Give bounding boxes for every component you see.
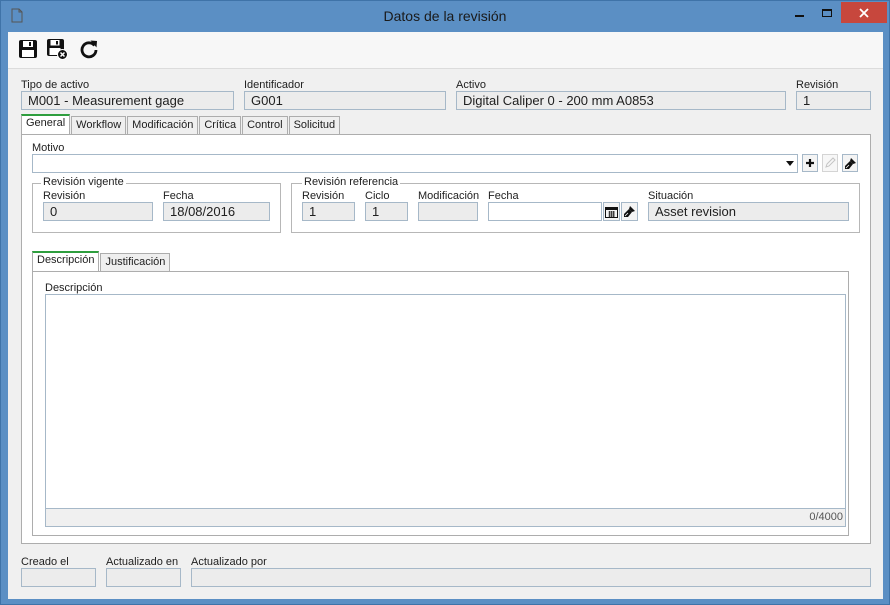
tab-modificacion[interactable]: Modificación xyxy=(127,116,199,134)
subtab-justificacion[interactable]: Justificación xyxy=(100,253,171,271)
reference-modification-field[interactable] xyxy=(418,202,478,221)
description-subtabs: Descripción Justificación xyxy=(32,251,171,271)
save-button[interactable] xyxy=(16,37,40,61)
character-counter: 0/4000 xyxy=(809,511,843,523)
asset-type-label: Tipo de activo xyxy=(21,79,90,91)
updated-by-label: Actualizado por xyxy=(191,556,267,568)
description-status-bar: 0/4000 xyxy=(46,508,845,526)
current-revision-group: Revisión vigente Revisión 0 Fecha 18/08/… xyxy=(32,176,281,233)
revision-label: Revisión xyxy=(796,79,839,91)
maximize-icon xyxy=(822,8,832,17)
maximize-button[interactable] xyxy=(812,2,842,23)
reference-status-label: Situación xyxy=(648,190,694,202)
reference-revision-title: Revisión referencia xyxy=(302,176,401,188)
identifier-field[interactable]: G001 xyxy=(244,91,446,110)
reference-revision-group: Revisión referencia Revisión 1 Ciclo 1 M… xyxy=(291,176,860,233)
close-button[interactable] xyxy=(841,2,887,23)
window-title: Datos de la revisión xyxy=(383,8,507,24)
asset-type-field[interactable]: M001 - Measurement gage xyxy=(21,91,234,110)
subtab-descripcion[interactable]: Descripción xyxy=(32,251,100,271)
minimize-button[interactable] xyxy=(784,2,814,23)
save-and-close-button[interactable] xyxy=(45,37,69,61)
reference-cycle-label: Ciclo xyxy=(365,190,390,202)
revision-field[interactable]: 1 xyxy=(796,91,871,110)
add-motivo-button[interactable] xyxy=(802,154,818,172)
tab-control[interactable]: Control xyxy=(242,116,288,134)
general-panel: Motivo Revisión vigente Revisión 0 Fecha… xyxy=(21,134,871,544)
toolbar xyxy=(8,32,883,69)
current-revision-title: Revisión vigente xyxy=(41,176,126,188)
revision-window: Datos de la revisión Tipo de activo M001… xyxy=(0,0,890,605)
reference-revision-number-label: Revisión xyxy=(302,190,345,202)
current-revision-number-label: Revisión xyxy=(43,190,86,202)
reference-revision-number-field[interactable]: 1 xyxy=(302,202,355,221)
refresh-button[interactable] xyxy=(77,37,101,61)
created-label: Creado el xyxy=(21,556,69,568)
pencil-icon xyxy=(825,157,836,168)
eraser-icon xyxy=(624,206,635,217)
description-textarea[interactable]: 0/4000 xyxy=(45,294,846,527)
motivo-label: Motivo xyxy=(32,142,65,154)
chevron-down-icon[interactable] xyxy=(786,161,794,166)
description-text xyxy=(46,295,845,301)
save-icon xyxy=(19,40,37,58)
updated-on-label: Actualizado en xyxy=(106,556,179,568)
tab-solicitud[interactable]: Solicitud xyxy=(288,116,341,134)
refresh-icon xyxy=(80,40,98,59)
description-panel: Descripción 0/4000 xyxy=(32,271,849,536)
client-area: Tipo de activo M001 - Measurement gage I… xyxy=(8,32,883,599)
reference-date-field[interactable] xyxy=(488,202,602,221)
plus-icon xyxy=(806,159,814,167)
clear-date-button[interactable] xyxy=(621,202,638,221)
created-field[interactable] xyxy=(21,568,96,587)
motivo-dropdown[interactable] xyxy=(32,154,798,173)
description-label: Descripción xyxy=(45,282,103,294)
reference-cycle-field[interactable]: 1 xyxy=(365,202,408,221)
identifier-label: Identificador xyxy=(244,79,304,91)
reference-date-label: Fecha xyxy=(488,190,519,202)
calendar-button[interactable] xyxy=(603,202,620,221)
save-close-icon xyxy=(47,39,68,60)
edit-motivo-button[interactable] xyxy=(822,154,838,172)
minimize-icon xyxy=(794,14,804,17)
close-icon xyxy=(859,7,869,18)
tab-general[interactable]: General xyxy=(21,114,71,134)
tab-critica[interactable]: Crítica xyxy=(199,116,242,134)
current-revision-number-field[interactable]: 0 xyxy=(43,202,153,221)
asset-label: Activo xyxy=(456,79,486,91)
eraser-icon xyxy=(844,157,856,169)
current-revision-date-field[interactable]: 18/08/2016 xyxy=(163,202,270,221)
calendar-icon xyxy=(605,206,618,218)
asset-field[interactable]: Digital Caliper 0 - 200 mm A0853 xyxy=(456,91,786,110)
current-revision-date-label: Fecha xyxy=(163,190,194,202)
reference-modification-label: Modificación xyxy=(418,190,480,202)
updated-on-field[interactable] xyxy=(106,568,181,587)
clear-motivo-button[interactable] xyxy=(842,154,858,172)
updated-by-field[interactable] xyxy=(191,568,871,587)
reference-status-field[interactable]: Asset revision xyxy=(648,202,849,221)
tab-workflow[interactable]: Workflow xyxy=(71,116,127,134)
title-bar[interactable]: Datos de la revisión xyxy=(1,1,889,32)
main-tabs: General Workflow Modificación Crítica Co… xyxy=(21,114,341,134)
